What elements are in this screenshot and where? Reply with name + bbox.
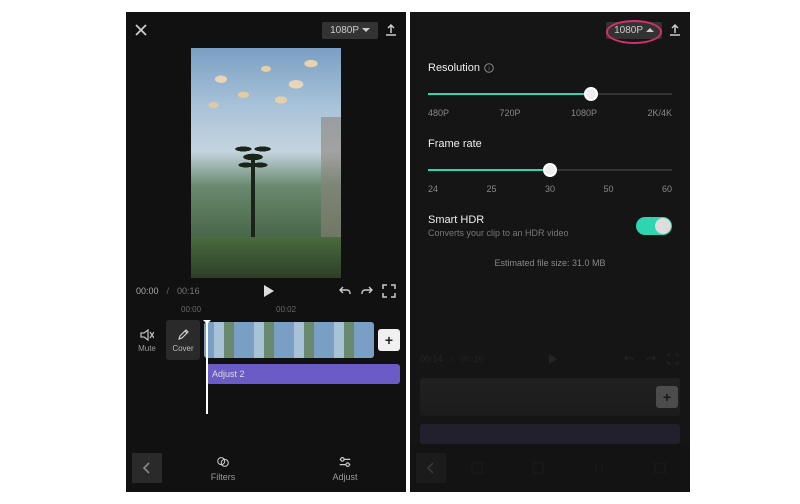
slider-tick: 720P	[499, 108, 520, 118]
playbar: 00:00 / 00:16	[126, 278, 406, 304]
adjust-track	[420, 424, 680, 444]
resolution-button[interactable]: 1080P	[322, 22, 378, 39]
time-duration: 00:16	[461, 354, 484, 364]
slider-tick: 25	[486, 184, 496, 194]
playhead[interactable]	[206, 322, 208, 414]
chevron-down-icon	[362, 27, 370, 33]
hdr-row: Smart HDR Converts your clip to an HDR v…	[428, 214, 672, 238]
add-clip-button[interactable]: +	[378, 329, 400, 351]
play-icon[interactable]	[262, 284, 276, 298]
resolution-button[interactable]: 1080P	[606, 22, 662, 39]
info-icon[interactable]: i	[484, 63, 494, 73]
play-icon	[546, 352, 560, 366]
undo-icon[interactable]	[338, 284, 352, 298]
resolution-label: 1080P	[614, 25, 643, 36]
mute-label: Mute	[138, 344, 156, 353]
redo-icon[interactable]	[360, 284, 374, 298]
dimmed-timeline: 00:14 / 00:16 +	[410, 348, 690, 444]
bottom-bar	[410, 444, 690, 492]
filters-icon	[216, 455, 230, 469]
time-current: 00:14	[420, 354, 443, 364]
cover-label: Cover	[172, 344, 193, 353]
slider-tick: 24	[428, 184, 438, 194]
add-clip-button: +	[656, 386, 678, 408]
time-current: 00:00	[136, 286, 159, 296]
tab-adjust[interactable]: Adjust	[284, 455, 406, 482]
slider-tick: 50	[603, 184, 613, 194]
header: 1080P	[126, 12, 406, 48]
slider-tick: 30	[545, 184, 555, 194]
hdr-heading: Smart HDR	[428, 214, 484, 226]
cover-button[interactable]: Cover	[166, 320, 200, 360]
tab-item	[568, 461, 629, 475]
tab-label: Filters	[211, 472, 236, 482]
undo-icon	[622, 352, 636, 366]
resolution-slider[interactable]	[428, 84, 672, 104]
fullscreen-icon	[666, 352, 680, 366]
framerate-slider[interactable]	[428, 160, 672, 180]
tab-item	[629, 461, 690, 475]
slider-tick: 60	[662, 184, 672, 194]
slider-tick: 480P	[428, 108, 449, 118]
adjust-icon	[338, 455, 352, 469]
back-button	[416, 453, 446, 483]
pencil-icon	[176, 328, 190, 342]
slider-tick: 1080P	[571, 108, 597, 118]
video-clip: +	[420, 378, 680, 416]
framerate-row: Frame rate 24 25 30 50 60	[428, 138, 672, 194]
file-size-estimate: Estimated file size: 31.0 MB	[428, 258, 672, 268]
resolution-row: Resolution i 480P 720P 1080P 2K/4K	[428, 62, 672, 118]
tab-filters[interactable]: Filters	[162, 455, 284, 482]
bottom-bar: Filters Adjust	[126, 444, 406, 492]
export-icon[interactable]	[384, 23, 398, 37]
mute-icon	[140, 328, 154, 342]
slider-tick: 2K/4K	[647, 108, 672, 118]
fullscreen-icon[interactable]	[382, 284, 396, 298]
export-settings: Resolution i 480P 720P 1080P 2K/4K Frame ra…	[410, 48, 690, 268]
tab-item	[446, 461, 507, 475]
resolution-label: 1080P	[330, 25, 359, 36]
back-button[interactable]	[132, 453, 162, 483]
video-preview[interactable]	[191, 48, 341, 278]
time-duration: 00:16	[177, 286, 200, 296]
video-clip[interactable]	[204, 322, 374, 358]
ruler-tick: 00:00	[181, 305, 201, 314]
adjust-clip-label: Adjust 2	[212, 369, 245, 379]
hdr-description: Converts your clip to an HDR video	[428, 228, 569, 238]
header: 1080P	[410, 12, 690, 48]
framerate-heading: Frame rate	[428, 138, 482, 150]
export-panel-screen: 1080P Resolution i 480P 720P 1080P 2K/4K Fr…	[410, 12, 690, 492]
tab-item	[507, 461, 568, 475]
ruler-tick: 00:02	[276, 305, 296, 314]
timeline-ruler[interactable]: 00:00 00:02	[126, 304, 406, 318]
mute-button[interactable]: Mute	[132, 328, 162, 353]
timeline-row: Mute Cover +	[126, 318, 406, 362]
editor-screen: 1080P 00:00 / 00:16 00:00 00:02	[126, 12, 406, 492]
adjust-track[interactable]: Adjust 2	[206, 364, 400, 384]
resolution-heading: Resolution	[428, 62, 480, 74]
hdr-toggle[interactable]	[636, 217, 672, 235]
close-icon[interactable]	[134, 23, 148, 37]
redo-icon	[644, 352, 658, 366]
export-icon[interactable]	[668, 23, 682, 37]
svg-text:i: i	[488, 67, 489, 73]
tab-label: Adjust	[332, 472, 357, 482]
chevron-up-icon	[646, 27, 654, 33]
